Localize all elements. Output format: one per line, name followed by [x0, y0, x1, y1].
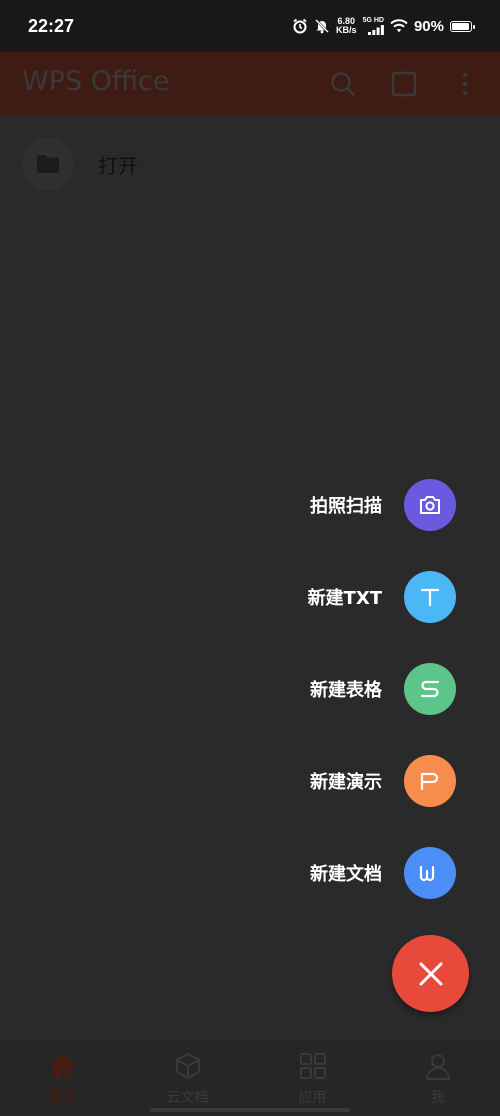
open-label: 打开	[98, 154, 138, 178]
grid-icon	[300, 1053, 326, 1079]
fab-item-presentation[interactable]: 新建演示	[0, 755, 500, 807]
presentation-p-icon	[420, 772, 439, 791]
bottom-nav: 最近 云文档 应用 我	[0, 1038, 500, 1115]
app-bar: WPS Office	[0, 52, 500, 116]
nav-item-apps[interactable]: 应用	[250, 1039, 375, 1116]
square-icon[interactable]	[390, 70, 418, 98]
fab-button-scan[interactable]	[404, 479, 456, 531]
net-speed: 6.80 KB/s	[336, 17, 357, 35]
fab-label-txt: 新建TXT	[307, 588, 382, 609]
nav-label-cloud-docs: 云文档	[166, 1090, 209, 1106]
fab-label-scan: 拍照扫描	[310, 496, 382, 517]
cube-icon	[176, 1053, 200, 1079]
nav-label-apps: 应用	[298, 1090, 327, 1106]
fab-item-scan[interactable]: 拍照扫描	[0, 479, 500, 531]
signal-icon	[367, 25, 384, 35]
net-type-label: 5G HD	[362, 17, 384, 24]
sheet-s-icon	[420, 680, 440, 698]
folder-avatar	[22, 138, 74, 190]
fab-button-txt[interactable]	[404, 571, 456, 623]
fab-label-document: 新建文档	[310, 864, 382, 885]
nav-label-recent: 最近	[48, 1090, 77, 1106]
nav-item-cloud-docs[interactable]: 云文档	[125, 1039, 250, 1116]
fab-label-presentation: 新建演示	[310, 772, 382, 793]
more-vertical-icon[interactable]	[451, 70, 479, 98]
nav-item-recent[interactable]: 最近	[0, 1039, 125, 1116]
person-icon	[426, 1054, 450, 1080]
camera-icon	[420, 496, 440, 514]
fab-item-txt[interactable]: 新建TXT	[0, 571, 500, 623]
fab-label-sheet: 新建表格	[310, 680, 382, 701]
fab-item-document[interactable]: 新建文档	[0, 847, 500, 899]
open-file-row[interactable]: 打开	[0, 116, 500, 208]
nav-label-me: 我	[430, 1090, 445, 1106]
status-time: 22:27	[28, 15, 75, 36]
status-bar: 22:27 6.80 KB/s 5G HD 90%	[0, 0, 500, 52]
network-type: 5G HD	[363, 17, 384, 35]
document-w-icon	[419, 865, 435, 882]
text-t-icon	[420, 588, 440, 607]
fab-button-presentation[interactable]	[404, 755, 456, 807]
fab-close-button[interactable]	[392, 935, 469, 1012]
battery-icon	[450, 20, 475, 32]
net-speed-unit: KB/s	[336, 25, 357, 35]
wifi-icon	[390, 19, 408, 33]
fab-button-document[interactable]	[404, 847, 456, 899]
search-icon[interactable]	[329, 70, 357, 98]
fab-button-sheet[interactable]	[404, 663, 456, 715]
home-indicator	[150, 1108, 350, 1112]
app-title: WPS Office	[22, 66, 170, 97]
battery-percent: 90%	[413, 17, 444, 35]
nav-item-me[interactable]: 我	[375, 1039, 500, 1116]
fab-item-sheet[interactable]: 新建表格	[0, 663, 500, 715]
alarm-icon	[293, 18, 307, 34]
folder-icon	[37, 155, 59, 173]
mute-icon	[315, 19, 329, 34]
home-icon	[50, 1054, 76, 1078]
status-icons: 6.80 KB/s 5G HD 90%	[292, 17, 475, 35]
close-icon	[419, 962, 442, 985]
